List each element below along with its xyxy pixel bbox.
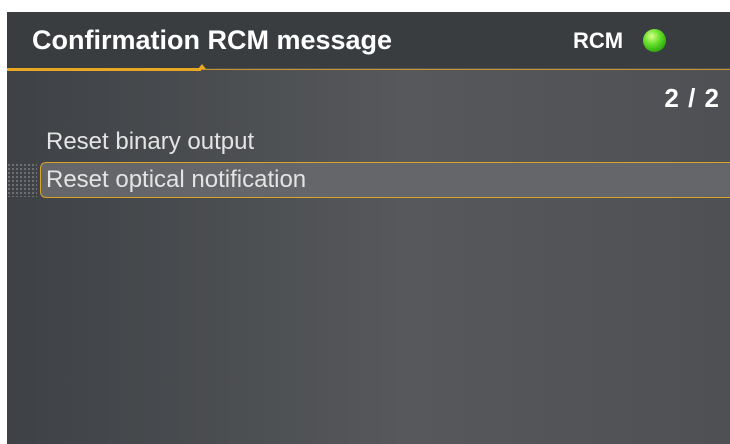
menu-item-reset-optical-notification[interactable]: Reset optical notification (40, 162, 730, 198)
menu-item-reset-binary-output[interactable]: Reset binary output (40, 124, 730, 160)
header-underline-active (7, 68, 201, 71)
device-screen: Confirmation RCM message RCM 2 / 2 Reset… (7, 12, 730, 444)
status-led-icon (643, 29, 666, 52)
header-underline (201, 69, 730, 70)
page-title: Confirmation RCM message (32, 25, 393, 55)
menu-item-label: Reset optical notification (46, 166, 307, 193)
header-bar: Confirmation RCM message RCM (7, 12, 730, 68)
page-indicator: 2 / 2 (664, 83, 720, 113)
rcm-indicator-label: RCM (573, 28, 624, 53)
selection-grip-icon (7, 163, 37, 197)
menu-item-label: Reset binary output (46, 128, 255, 155)
